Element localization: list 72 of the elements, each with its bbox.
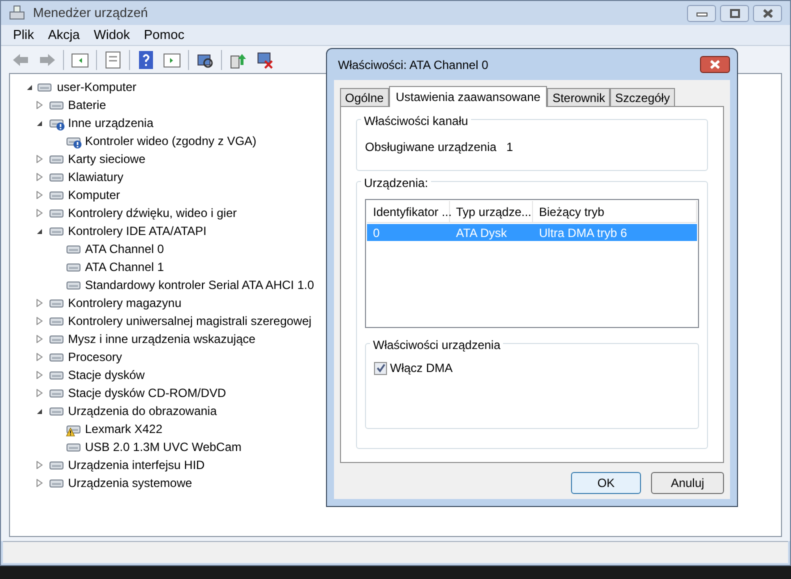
dialog-button[interactable]: OK — [571, 472, 641, 494]
tab[interactable]: Ustawienia zaawansowane — [388, 86, 548, 107]
close-icon — [709, 60, 721, 69]
close-button[interactable] — [753, 4, 782, 22]
tab[interactable]: Ogólne — [340, 88, 389, 106]
expand-arrow-icon[interactable] — [36, 335, 43, 343]
list-cell-text: ATA Dysk — [455, 224, 508, 241]
menu-item[interactable]: Akcja — [48, 25, 80, 45]
menu-item[interactable]: Pomoc — [144, 25, 184, 45]
expand-arrow-icon[interactable] — [36, 299, 43, 307]
expand-arrow-icon[interactable] — [36, 353, 43, 361]
expand-arrow-icon[interactable] — [36, 209, 43, 217]
tab[interactable]: Szczegóły — [610, 88, 675, 106]
tree-item[interactable]: Kontrolery uniwersalnej magistrali szeregowej — [68, 312, 312, 330]
properties-icon[interactable] — [103, 50, 123, 70]
tree-item[interactable]: Urządzenia systemowe — [68, 474, 192, 492]
tree-item[interactable]: Baterie — [68, 96, 106, 114]
dialog-title: Właściwości: ATA Channel 0 — [338, 56, 488, 74]
tree-item[interactable]: USB 2.0 1.3M UVC WebCam — [85, 438, 242, 456]
dialog-button[interactable]: Anuluj — [651, 472, 724, 494]
tree-item[interactable]: Kontrolery IDE ATA/ATAPI — [68, 222, 206, 240]
column-header[interactable]: Bieżący tryb — [533, 201, 697, 222]
tree-item[interactable]: Klawiatury — [68, 168, 124, 186]
close-icon — [762, 8, 774, 18]
tree-item[interactable]: Lexmark X422 — [85, 420, 162, 438]
field-value: 1 — [506, 139, 514, 156]
expand-arrow-icon[interactable] — [36, 317, 43, 325]
tree-item[interactable]: Urządzenia do obrazowania — [68, 402, 217, 420]
tree-item[interactable]: Urządzenia interfejsu HID — [68, 456, 205, 474]
tree-item[interactable]: user-Komputer — [57, 78, 136, 96]
expand-arrow-icon[interactable] — [36, 101, 43, 109]
field-label: Obsługiwane urządzenia — [365, 139, 496, 156]
tree-item[interactable]: Mysz i inne urządzenia wskazujące — [68, 330, 256, 348]
collapse-arrow-icon[interactable] — [26, 84, 33, 90]
tree-item[interactable]: Kontroler wideo (zgodny z VGA) — [85, 132, 256, 150]
tree-item[interactable]: Stacje dysków — [68, 366, 145, 384]
tree-item[interactable]: Kontrolery magazynu — [68, 294, 182, 312]
expand-arrow-icon[interactable] — [36, 389, 43, 397]
tree-item[interactable]: Standardowy kontroler Serial ATA AHCI 1.0 — [85, 276, 314, 294]
checkbox-label: Włącz DMA — [390, 360, 453, 377]
tree-item[interactable]: Komputer — [68, 186, 120, 204]
expand-arrow-icon[interactable] — [36, 191, 43, 199]
list-cell-text: Ultra DMA tryb 6 — [538, 224, 628, 241]
tree-item[interactable]: Karty sieciowe — [68, 150, 146, 168]
expand-arrow-icon[interactable] — [36, 479, 43, 487]
window-title: Menedżer urządzeń — [33, 4, 148, 22]
column-header[interactable]: Identyfikator ... — [367, 201, 450, 222]
collapse-arrow-icon[interactable] — [36, 408, 43, 414]
list-cell-text: 0 — [372, 224, 381, 241]
help-icon[interactable] — [136, 50, 156, 70]
expand-arrow-icon[interactable] — [36, 155, 43, 163]
checkbox[interactable] — [374, 362, 387, 374]
maximize-button[interactable] — [720, 4, 749, 22]
close-button[interactable] — [700, 56, 730, 73]
expand-arrow-icon[interactable] — [36, 371, 43, 379]
collapse-arrow-icon[interactable] — [36, 120, 43, 126]
menu-item[interactable]: Plik — [13, 25, 34, 45]
menu-item[interactable]: Widok — [94, 25, 130, 45]
tree-item[interactable]: Stacje dysków CD-ROM/DVD — [68, 384, 226, 402]
expand-arrow-icon[interactable] — [36, 173, 43, 181]
tree-item[interactable]: Inne urządzenia — [68, 114, 154, 132]
collapse-arrow-icon[interactable] — [36, 228, 43, 234]
computer-icon — [9, 5, 25, 21]
tree-item[interactable]: Procesory — [68, 348, 122, 366]
tree-item[interactable]: ATA Channel 1 — [85, 258, 164, 276]
maximize-icon — [728, 8, 740, 18]
tab[interactable]: Sterownik — [547, 88, 610, 106]
tree-item[interactable]: ATA Channel 0 — [85, 240, 164, 258]
tree-item[interactable]: Kontrolery dźwięku, wideo i gier — [68, 204, 237, 222]
column-header[interactable]: Typ urządze... — [450, 201, 533, 222]
expand-arrow-icon[interactable] — [36, 461, 43, 469]
minimize-button[interactable] — [687, 4, 716, 22]
